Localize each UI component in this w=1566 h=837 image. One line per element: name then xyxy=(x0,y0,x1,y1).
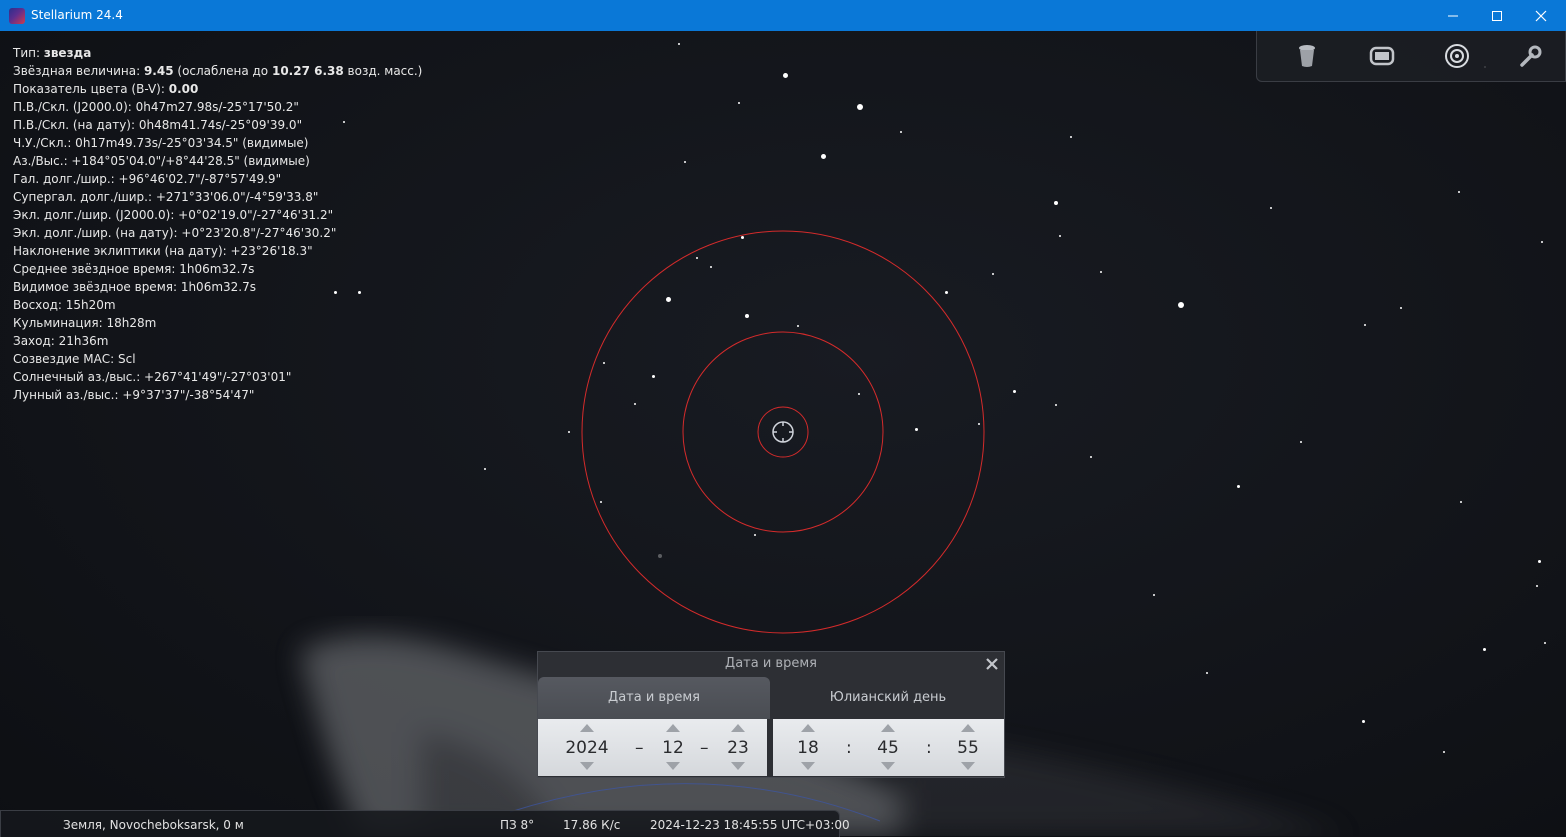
hour-up-arrow-icon[interactable] xyxy=(801,724,815,732)
date-time-dialog: Дата и время Дата и время Юлианский день… xyxy=(537,651,1005,778)
info-line: Экл. долг./шир. (на дату): +0°23'20.8"/-… xyxy=(13,226,337,240)
location-label[interactable]: Земля, Novocheboksarsk, 0 м xyxy=(63,818,244,832)
outer-fov-circle xyxy=(581,230,985,634)
info-line: П.В./Скл. (на дату): 0h48m41.74s/-25°09'… xyxy=(13,118,303,132)
minute-value[interactable]: 45 xyxy=(871,738,905,758)
info-line: П.В./Скл. (J2000.0): 0h47m27.98s/-25°17'… xyxy=(13,100,299,114)
info-line: Лунный аз./выс.: +9°37'37"/-38°54'47" xyxy=(13,388,255,402)
datetime-label[interactable]: 2024-12-23 18:45:55 UTC+03:00 xyxy=(650,818,850,832)
inner-fov-circle xyxy=(757,406,809,458)
toolbar-settings-button[interactable] xyxy=(1515,41,1547,71)
month-spinbox[interactable]: 12 xyxy=(656,719,690,776)
title-bar: Stellarium 24.4 xyxy=(0,0,1566,31)
month-down-arrow-icon[interactable] xyxy=(666,762,680,770)
info-magnitude: Звёздная величина: 9.45 (ослаблена до 10… xyxy=(13,64,423,78)
minimize-button[interactable] xyxy=(1430,0,1476,31)
time-separator: : xyxy=(846,738,852,758)
year-down-arrow-icon[interactable] xyxy=(580,762,594,770)
bottom-status-bar: Земля, Novocheboksarsk, 0 м ПЗ 8° 17.86 … xyxy=(0,810,850,837)
month-up-arrow-icon[interactable] xyxy=(666,724,680,732)
second-spinbox[interactable]: 55 xyxy=(951,719,985,776)
second-value[interactable]: 55 xyxy=(951,738,985,758)
day-down-arrow-icon[interactable] xyxy=(731,762,745,770)
object-info-panel: Тип: звезда Звёздная величина: 9.45 (осл… xyxy=(13,44,422,404)
minimize-icon xyxy=(1448,15,1458,16)
fov-label: ПЗ 8° xyxy=(500,818,535,832)
stellarium-app-icon xyxy=(9,8,25,24)
date-separator: – xyxy=(700,738,709,758)
time-panel: 18 : 45 : 55 xyxy=(773,719,1004,776)
info-line: Среднее звёздное время: 1h06m32.7s xyxy=(13,262,255,276)
toolbar-target-button[interactable] xyxy=(1441,41,1473,71)
tab-julian-day[interactable]: Юлианский день xyxy=(772,677,1004,719)
maximize-button[interactable] xyxy=(1474,0,1520,31)
info-line: Гал. долг./шир.: +96°46'02.7"/-87°57'49.… xyxy=(13,172,282,186)
info-line: Заход: 21h36m xyxy=(13,334,109,348)
info-line: Супергал. долг./шир.: +271°33'06.0"/-4°5… xyxy=(13,190,319,204)
second-down-arrow-icon[interactable] xyxy=(961,762,975,770)
info-line: Ч.У./Скл.: 0h17m49.73s/-25°03'34.5" (вид… xyxy=(13,136,309,150)
close-window-button[interactable] xyxy=(1518,0,1564,31)
day-value[interactable]: 23 xyxy=(721,738,755,758)
info-color-index: Показатель цвета (B-V): 0.00 xyxy=(13,82,199,96)
info-line: Восход: 15h20m xyxy=(13,298,116,312)
maximize-icon xyxy=(1492,10,1502,21)
tab-date-time[interactable]: Дата и время xyxy=(538,677,770,719)
screen-icon xyxy=(1369,46,1395,66)
hour-value[interactable]: 18 xyxy=(791,738,825,758)
info-line: Солнечный аз./выс.: +267°41'49"/-27°03'0… xyxy=(13,370,292,384)
info-type: Тип: звезда xyxy=(13,46,92,60)
minute-down-arrow-icon[interactable] xyxy=(881,762,895,770)
toolbar-trash-button[interactable] xyxy=(1291,41,1323,71)
day-spinbox[interactable]: 23 xyxy=(721,719,755,776)
year-value[interactable]: 2024 xyxy=(554,738,620,758)
day-up-arrow-icon[interactable] xyxy=(731,724,745,732)
year-up-arrow-icon[interactable] xyxy=(580,724,594,732)
date-panel: 2024 – 12 – 23 xyxy=(538,719,767,776)
info-line: Кульминация: 18h28m xyxy=(13,316,157,330)
close-icon xyxy=(986,658,998,670)
hour-down-arrow-icon[interactable] xyxy=(801,762,815,770)
second-up-arrow-icon[interactable] xyxy=(961,724,975,732)
minute-spinbox[interactable]: 45 xyxy=(871,719,905,776)
target-icon xyxy=(1445,44,1469,68)
info-line: Созвездие МАС: Scl xyxy=(13,352,136,366)
top-right-toolbar xyxy=(1256,31,1566,82)
fps-label: 17.86 К/с xyxy=(563,818,621,832)
date-separator: – xyxy=(635,738,644,758)
info-line: Наклонение эклиптики (на дату): +23°26'1… xyxy=(13,244,313,258)
minute-up-arrow-icon[interactable] xyxy=(881,724,895,732)
trash-icon xyxy=(1299,45,1315,67)
year-spinbox[interactable]: 2024 xyxy=(554,719,620,776)
wrench-icon xyxy=(1520,45,1542,67)
window-title: Stellarium 24.4 xyxy=(31,8,123,22)
info-line: Экл. долг./шир. (J2000.0): +0°02'19.0"/-… xyxy=(13,208,334,222)
toolbar-screen-button[interactable] xyxy=(1366,41,1398,71)
info-line: Видимое звёздное время: 1h06m32.7s xyxy=(13,280,256,294)
dialog-close-button[interactable] xyxy=(983,655,1001,673)
info-line: Аз./Выс.: +184°05'04.0"/+8°44'28.5" (вид… xyxy=(13,154,310,168)
middle-fov-circle xyxy=(682,331,884,533)
close-icon xyxy=(1535,10,1547,21)
time-separator: : xyxy=(926,738,932,758)
hour-spinbox[interactable]: 18 xyxy=(791,719,825,776)
dialog-title: Дата и время xyxy=(725,656,817,671)
month-value[interactable]: 12 xyxy=(656,738,690,758)
